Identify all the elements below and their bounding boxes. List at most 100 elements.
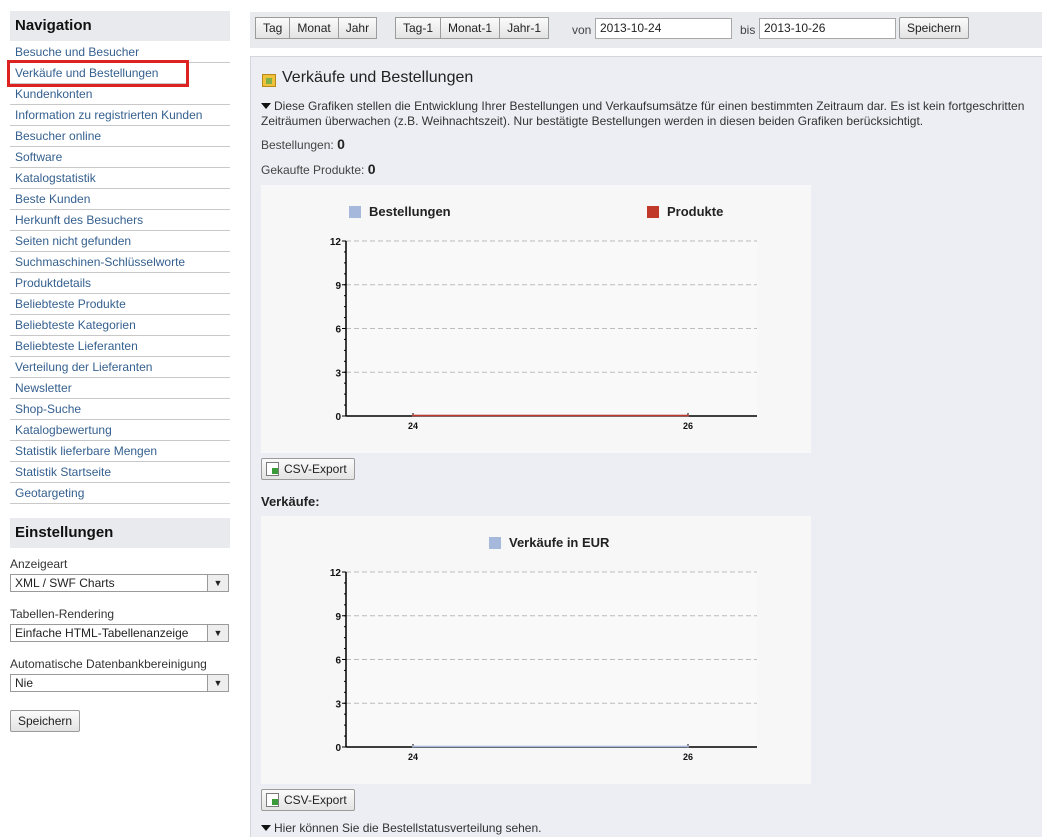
orders-label: Bestellungen:	[261, 138, 334, 152]
y-tick-label: 9	[335, 281, 341, 292]
csv-file-icon	[266, 793, 279, 807]
data-point	[687, 414, 689, 417]
sidebar-nav-item[interactable]: Besucher online	[10, 126, 230, 147]
data-point	[412, 745, 414, 748]
chevron-down-icon[interactable]: ▼	[207, 675, 228, 691]
date-toolbar: Tag Monat Jahr Tag-1 Monat-1 Jahr-1 von 2013…	[250, 12, 1042, 48]
sidebar-nav-item[interactable]: Shop-Suche	[10, 399, 230, 420]
sidebar-nav-item[interactable]: Herkunft des Besuchers	[10, 210, 230, 231]
csv-export-button[interactable]: CSV-Export	[261, 458, 355, 480]
status-distribution-note: Hier können Sie die Bestellstatusverteil…	[261, 821, 1042, 836]
sales-heading: Verkäufe:	[261, 494, 320, 509]
sidebar-nav-item[interactable]: Produktdetails	[10, 273, 230, 294]
y-tick-label: 12	[330, 568, 342, 579]
db-cleanup-label: Automatische Datenbankbereinigung	[10, 657, 207, 671]
display-type-value: XML / SWF Charts	[15, 576, 115, 590]
description-line-1: Diese Grafiken stellen die Entwicklung I…	[274, 99, 1025, 113]
orders-value: 0	[337, 136, 345, 152]
x-tick-label: 24	[408, 421, 418, 431]
x-tick-label: 24	[408, 752, 418, 762]
period-button-tag[interactable]: Tag	[255, 17, 291, 39]
plot-area	[346, 241, 757, 416]
x-tick-label: 26	[683, 421, 693, 431]
settings-save-button[interactable]: Speichern	[10, 710, 81, 732]
statistics-icon	[262, 74, 276, 87]
products-label: Gekaufte Produkte:	[261, 163, 365, 177]
sidebar-nav-item[interactable]: Statistik Startseite	[10, 462, 230, 483]
data-point	[687, 745, 689, 748]
y-tick-label: 12	[330, 237, 342, 248]
sidebar-nav-item[interactable]: Suchmaschinen-Schlüsselworte	[10, 252, 230, 273]
sidebar-nav-item[interactable]: Beste Kunden	[10, 189, 230, 210]
db-cleanup-select[interactable]: Nie ▼	[10, 674, 229, 692]
period-button-monat[interactable]: Monat	[289, 17, 339, 39]
previous-period-button-group: Tag-1 Monat-1 Jahr-1	[395, 17, 550, 39]
previous-period-button-monat1[interactable]: Monat-1	[440, 17, 501, 39]
sidebar-nav-item[interactable]: Besuche und Besucher	[10, 42, 230, 63]
period-button-jahr[interactable]: Jahr	[337, 17, 378, 39]
data-point	[412, 414, 414, 417]
chevron-down-icon[interactable]: ▼	[207, 575, 228, 591]
csv-export-button[interactable]: CSV-Export	[261, 789, 355, 811]
table-rendering-label: Tabellen-Rendering	[10, 607, 115, 621]
description-line-2: Zeiträumen überwachen (z.B. Weihnachtsze…	[261, 114, 924, 128]
sidebar-nav-item[interactable]: Statistik lieferbare Mengen	[10, 441, 230, 462]
csv-export-label: CSV-Export	[284, 462, 347, 476]
sidebar-nav-item[interactable]: Newsletter	[10, 378, 230, 399]
sidebar-nav-item[interactable]: Software	[10, 147, 230, 168]
sidebar-nav-item[interactable]: Beliebteste Kategorien	[10, 315, 230, 336]
orders-stat: Bestellungen: 0	[261, 136, 345, 152]
plot-area	[346, 572, 757, 747]
to-label: bis	[740, 23, 756, 37]
settings-heading: Einstellungen	[10, 518, 230, 548]
sales-chart: 0 3 6 9 12 24 26	[330, 568, 757, 762]
period-button-group: Tag Monat Jahr	[255, 17, 378, 39]
table-rendering-select[interactable]: Einfache HTML-Tabellenanzeige ▼	[10, 624, 229, 642]
sidebar-nav-item[interactable]: Beliebteste Produkte	[10, 294, 230, 315]
to-date-input[interactable]: 2013-10-26	[759, 18, 896, 39]
display-type-label: Anzeigeart	[10, 557, 68, 571]
csv-file-icon	[266, 462, 279, 476]
sidebar-nav-item[interactable]: Beliebteste Lieferanten	[10, 336, 230, 357]
y-tick-label: 0	[335, 412, 341, 423]
main-content: Verkäufe und Bestellungen Diese Grafiken…	[250, 56, 1042, 837]
y-tick-label: 3	[335, 699, 341, 710]
navigation-list: Besuche und Besucher Verkäufe und Bestell…	[7, 42, 230, 504]
x-tick-label: 26	[683, 752, 693, 762]
collapse-triangle-icon[interactable]	[261, 103, 271, 109]
y-tick-label: 6	[335, 325, 341, 336]
sidebar-nav-item[interactable]: Katalogbewertung	[10, 420, 230, 441]
sidebar-nav-item[interactable]: Kundenkonten	[10, 84, 230, 105]
previous-period-button-jahr1[interactable]: Jahr-1	[499, 17, 550, 39]
status-note-text: Hier können Sie die Bestellstatusverteil…	[274, 821, 542, 835]
sidebar-nav-item[interactable]: Verteilung der Lieferanten	[10, 357, 230, 378]
y-tick-label: 0	[335, 743, 341, 754]
orders-chart-panel: Bestellungen Produkte 0 3 6 9 12 24 26	[261, 185, 811, 453]
collapse-triangle-icon[interactable]	[261, 825, 271, 831]
sidebar-nav-item[interactable]: Verkäufe und Bestellungen	[7, 60, 189, 87]
chevron-down-icon[interactable]: ▼	[207, 625, 228, 641]
sidebar-nav-item[interactable]: Information zu registrierten Kunden	[10, 105, 230, 126]
table-rendering-value: Einfache HTML-Tabellenanzeige	[15, 626, 189, 640]
from-label: von	[572, 23, 592, 37]
navigation-heading: Navigation	[10, 11, 230, 41]
sidebar-nav-item[interactable]: Seiten nicht gefunden	[10, 231, 230, 252]
display-type-select[interactable]: XML / SWF Charts ▼	[10, 574, 229, 592]
previous-period-button-tag1[interactable]: Tag-1	[395, 17, 442, 39]
sidebar-nav-item[interactable]: Geotargeting	[10, 483, 230, 504]
from-date-input[interactable]: 2013-10-24	[595, 18, 732, 39]
y-tick-label: 3	[335, 368, 341, 379]
sidebar: Navigation Besuche und Besucher Verkäufe …	[0, 0, 240, 837]
csv-export-label: CSV-Export	[284, 793, 347, 807]
y-tick-label: 6	[335, 656, 341, 667]
description: Diese Grafiken stellen die Entwicklung I…	[261, 99, 1042, 129]
products-stat: Gekaufte Produkte: 0	[261, 161, 376, 177]
sidebar-nav-item[interactable]: Katalogstatistik	[10, 168, 230, 189]
page-title: Verkäufe und Bestellungen	[282, 69, 474, 86]
y-tick-label: 9	[335, 612, 341, 623]
date-save-button[interactable]: Speichern	[899, 17, 970, 39]
db-cleanup-value: Nie	[15, 676, 34, 690]
orders-chart: 0 3 6 9 12 24 26	[330, 237, 757, 431]
products-value: 0	[367, 161, 376, 177]
sales-chart-panel: Verkäufe in EUR 0 3 6 9 12 24 26	[261, 516, 811, 784]
